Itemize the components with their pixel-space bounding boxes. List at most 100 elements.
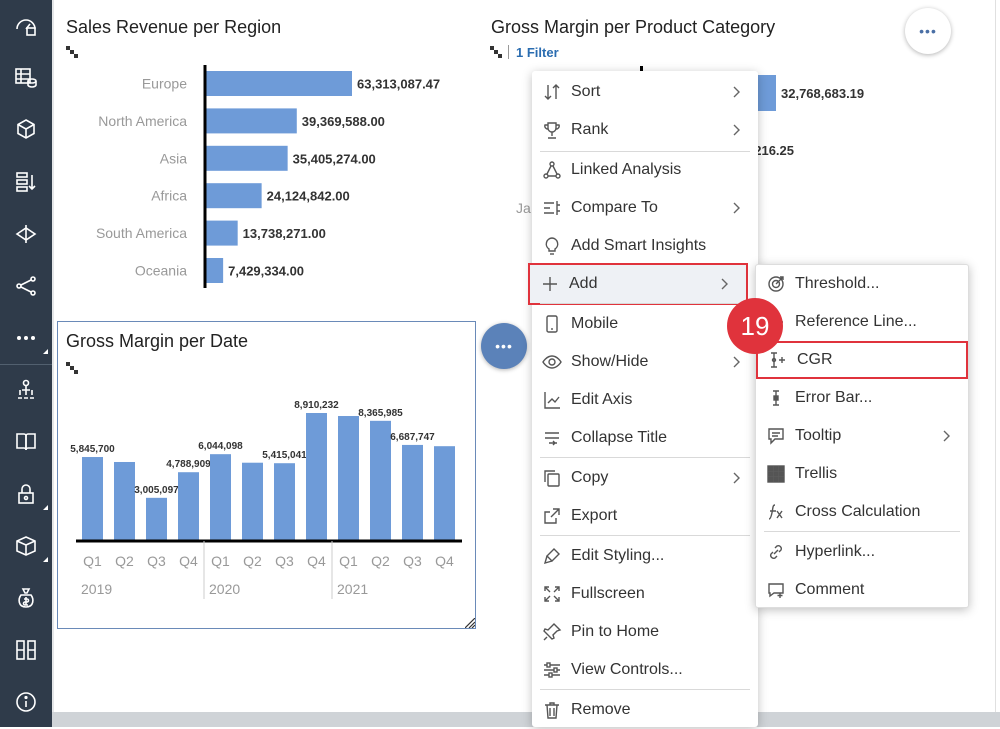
menu-item-collapse-title[interactable]: Collapse Title — [532, 419, 758, 457]
user-hierarchy-icon[interactable] — [0, 370, 52, 410]
data-label: 24,124,842.00 — [267, 189, 350, 204]
filter-separator — [508, 45, 509, 59]
sales-revenue-bar-chart[interactable]: Europe 63,313,087.47 North America 39,369,5… — [60, 60, 480, 295]
bar[interactable] — [402, 444, 423, 541]
submenu-item-tooltip[interactable]: Tooltip — [756, 417, 968, 455]
tick-label: Q4 — [179, 553, 198, 569]
menu-item-rank[interactable]: Rank — [532, 111, 758, 149]
chevron-right-icon — [728, 122, 744, 138]
menu-item-label: Pin to Home — [571, 623, 660, 640]
more-options-button[interactable]: ••• — [905, 8, 951, 54]
submenu-item-comment[interactable]: Comment — [756, 571, 968, 609]
bar[interactable] — [210, 454, 231, 541]
cube-model-icon[interactable] — [0, 110, 52, 150]
menu-separator — [764, 531, 960, 532]
submenu-item-cgr[interactable]: CGR — [756, 341, 968, 379]
list-sort-icon[interactable] — [0, 162, 52, 202]
submenu-item-trellis[interactable]: Trellis — [756, 455, 968, 493]
submenu-item-label: Reference Line... — [795, 313, 917, 330]
submenu-item-threshold[interactable]: Threshold... — [756, 265, 968, 303]
share-connections-icon[interactable] — [0, 266, 52, 306]
tick-label: Q1 — [339, 553, 358, 569]
menu-item-compare-to[interactable]: Compare To — [532, 189, 758, 227]
pin-icon — [541, 621, 563, 643]
bar[interactable] — [306, 413, 327, 541]
bar[interactable] — [434, 446, 455, 541]
category-label: Africa — [151, 188, 187, 204]
bar[interactable] — [206, 220, 238, 246]
more-ellipsis-icon[interactable] — [0, 318, 52, 358]
bar[interactable] — [338, 416, 359, 541]
horizontal-scrollbar[interactable] — [52, 712, 1000, 727]
bar[interactable] — [206, 183, 262, 209]
data-flow-icon[interactable] — [0, 214, 52, 254]
menu-item-mobile[interactable]: Mobile — [532, 305, 758, 343]
fullscreen-icon — [541, 583, 563, 605]
submenu-item-hyperlink[interactable]: Hyperlink... — [756, 533, 968, 571]
tiles-grid-icon[interactable] — [0, 630, 52, 670]
info-icon[interactable] — [0, 682, 52, 722]
menu-item-label: Linked Analysis — [571, 161, 682, 178]
home-dashboard-icon[interactable] — [0, 6, 52, 46]
hierarchy-icon — [490, 46, 502, 58]
submenu-item-cross-calculation[interactable]: Cross Calculation — [756, 493, 968, 531]
bar[interactable] — [206, 258, 224, 283]
menu-item-fullscreen[interactable]: Fullscreen — [532, 575, 758, 613]
data-table-icon[interactable] — [0, 58, 52, 98]
money-bag-icon[interactable] — [0, 578, 52, 618]
submenu-item-reference-line[interactable]: Reference Line... — [756, 303, 968, 341]
book-icon[interactable] — [0, 422, 52, 462]
bar[interactable] — [206, 145, 288, 171]
data-label: 13,738,271.00 — [243, 226, 326, 241]
resize-handle-icon[interactable] — [465, 618, 475, 628]
tick-label: Q2 — [115, 553, 134, 569]
hierarchy-icon — [66, 46, 78, 58]
trellis-grid-icon — [765, 463, 787, 485]
bar[interactable] — [206, 108, 297, 134]
filter-link[interactable]: 1 Filter — [516, 45, 559, 60]
tick-label: Q4 — [435, 553, 454, 569]
menu-item-copy[interactable]: Copy — [532, 459, 758, 497]
menu-item-edit-axis[interactable]: Edit Axis — [532, 381, 758, 419]
package-box-icon[interactable] — [0, 526, 52, 566]
menu-item-view-controls[interactable]: View Controls... — [532, 651, 758, 689]
menu-item-export[interactable]: Export — [532, 497, 758, 535]
gross-margin-date-bar-chart[interactable]: 5,845,700 Q1 Q2 3,005,097 Q3 4,788,909 Q4 6,044… — [70, 395, 470, 605]
menu-item-label: Compare To — [571, 199, 658, 216]
menu-item-pin-to-home[interactable]: Pin to Home — [532, 613, 758, 651]
bar[interactable] — [178, 472, 199, 541]
bar[interactable] — [82, 457, 103, 541]
menu-item-edit-styling[interactable]: Edit Styling... — [532, 537, 758, 575]
lock-security-icon[interactable] — [0, 474, 52, 514]
data-label: 6,687,747 — [390, 432, 435, 443]
chevron-right-icon — [728, 84, 744, 100]
more-options-button[interactable]: ••• — [481, 323, 527, 369]
menu-separator — [540, 457, 750, 458]
copy-icon — [541, 467, 563, 489]
sidebar-divider — [0, 364, 52, 365]
tick-label: Q3 — [147, 553, 166, 569]
paint-icon — [541, 545, 563, 567]
tick-label: Q1 — [83, 553, 102, 569]
bar[interactable] — [274, 463, 295, 541]
bar[interactable] — [756, 75, 776, 111]
bar[interactable] — [206, 71, 352, 96]
bar[interactable] — [146, 497, 167, 541]
bar[interactable] — [114, 461, 135, 541]
shell-sidebar — [0, 0, 52, 727]
expand-corner-icon — [43, 349, 48, 354]
menu-item-label: Export — [571, 507, 618, 524]
menu-item-add-smart-insights[interactable]: Add Smart Insights — [532, 227, 758, 265]
view-controls-icon — [541, 659, 563, 681]
chevron-right-icon — [728, 200, 744, 216]
menu-separator — [540, 303, 750, 304]
submenu-item-error-bar[interactable]: Error Bar... — [756, 379, 968, 417]
menu-item-sort[interactable]: Sort — [532, 73, 758, 111]
menu-item-show-hide[interactable]: Show/Hide — [532, 343, 758, 381]
menu-item-linked-analysis[interactable]: Linked Analysis — [532, 151, 758, 189]
menu-item-label: Fullscreen — [571, 585, 645, 602]
bar[interactable] — [370, 420, 391, 541]
menu-item-remove[interactable]: Remove — [532, 691, 758, 729]
menu-item-add[interactable]: Add — [528, 263, 748, 305]
bar[interactable] — [242, 462, 263, 541]
